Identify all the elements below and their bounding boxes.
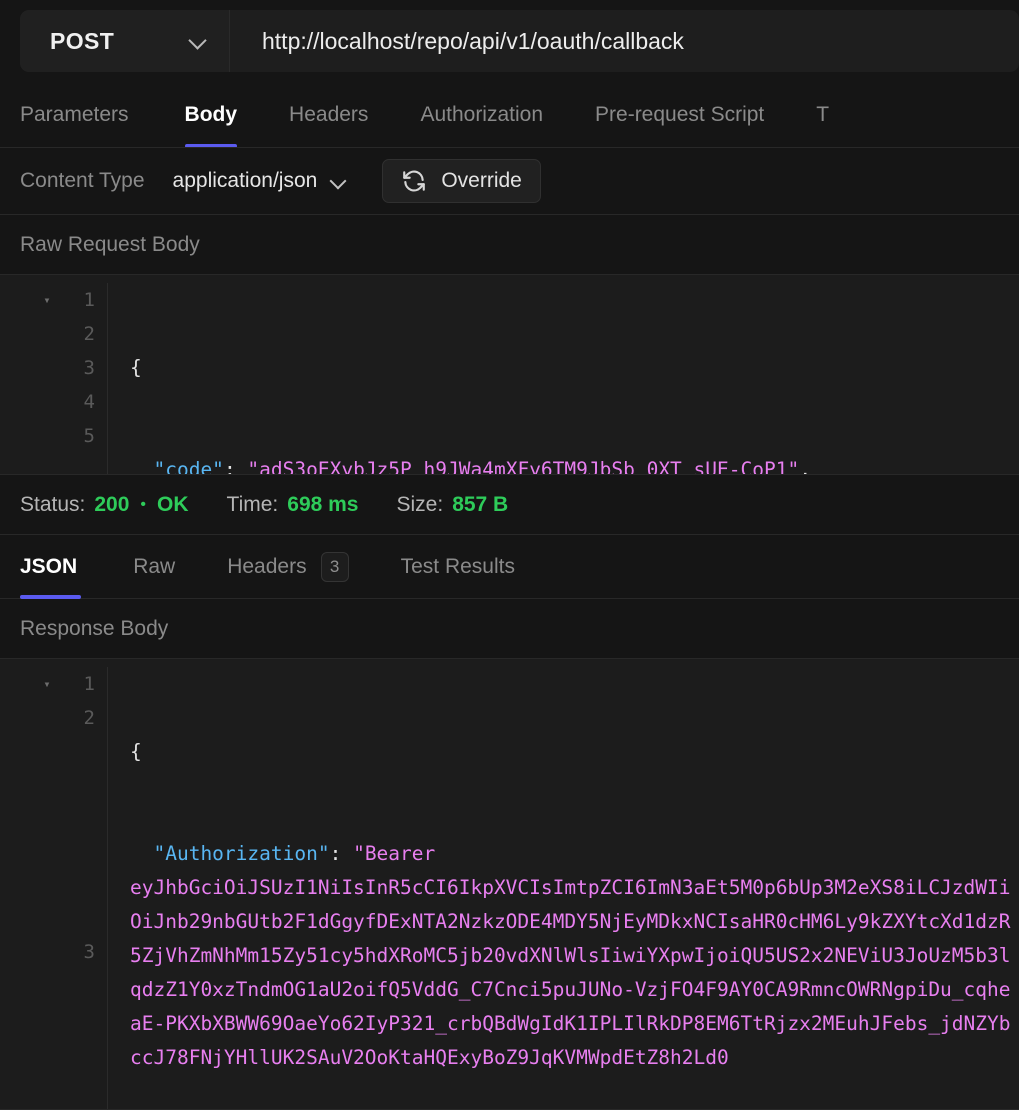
- response-tab-label: Test Results: [400, 554, 515, 578]
- line-number: 3: [83, 941, 95, 963]
- response-body-code[interactable]: { "Authorization": "Bearer eyJhbGciOiJSU…: [108, 667, 1019, 1109]
- line-number: 1: [83, 289, 95, 311]
- chevron-down-icon: [189, 32, 207, 50]
- json-colon: :: [223, 458, 248, 474]
- json-brace: {: [130, 740, 142, 763]
- response-tab-headers[interactable]: Headers 3: [201, 535, 374, 599]
- status-group: Status: 200 • OK: [20, 493, 189, 517]
- response-body-label: Response Body: [0, 599, 1019, 659]
- gutter-line: 2: [0, 701, 107, 735]
- fold-toggle-icon[interactable]: ▾: [39, 667, 55, 701]
- line-number: 1: [83, 673, 95, 695]
- tab-pre-request-script[interactable]: Pre-request Script: [569, 82, 790, 147]
- gutter-line: ▾ 1: [0, 283, 107, 317]
- size-label: Size:: [396, 492, 444, 516]
- request-url-input[interactable]: http://localhost/repo/api/v1/oauth/callb…: [230, 10, 1019, 72]
- raw-request-body-label: Raw Request Body: [0, 215, 1019, 275]
- json-value-jwt-token: eyJhbGciOiJSUzI1NiIsInR5cCI6IkpXVCIsImtp…: [130, 876, 1011, 1069]
- tab-tests[interactable]: T: [790, 82, 855, 147]
- response-tab-raw[interactable]: Raw: [107, 535, 201, 599]
- json-colon: :: [329, 842, 354, 865]
- request-gutter: ▾ 1 2 3 4 5: [0, 283, 108, 474]
- request-tabs: Parameters Body Headers Authorization Pr…: [0, 82, 1019, 148]
- gutter-line: 3: [0, 351, 107, 385]
- line-number: 3: [83, 357, 95, 379]
- response-tab-json[interactable]: JSON: [20, 535, 107, 599]
- http-method-label: POST: [50, 27, 115, 54]
- headers-count-badge: 3: [320, 551, 349, 582]
- response-tab-label: Headers: [227, 554, 307, 578]
- response-tabs: JSON Raw Headers 3 Test Results: [0, 535, 1019, 599]
- content-type-row: Content Type application/json Override: [0, 148, 1019, 215]
- code-line: "code": "adS3oEXybJz5P_h9JWa4mXFy6TM9JbS…: [130, 453, 1015, 474]
- request-body-editor[interactable]: ▾ 1 2 3 4 5 { "code": "adS3oEXybJz5P_h9JW…: [0, 275, 1019, 475]
- gutter-line: ▾ 1: [0, 667, 107, 701]
- time-group: Time: 698 ms: [227, 493, 359, 517]
- time-label: Time:: [226, 492, 279, 516]
- tab-parameters[interactable]: Parameters: [20, 82, 159, 147]
- response-tab-label: JSON: [20, 554, 78, 578]
- gutter-line: 2: [0, 317, 107, 351]
- content-type-select[interactable]: application/json: [173, 169, 347, 193]
- refresh-icon: [403, 170, 426, 192]
- json-key-code: "code": [153, 458, 224, 474]
- response-tab-test-results[interactable]: Test Results: [375, 535, 541, 599]
- response-body-editor[interactable]: ▾ 1 2 3 { "Authorization": "Bearer eyJhbG…: [0, 659, 1019, 1110]
- line-number: 5: [83, 425, 95, 447]
- gutter-line: 5: [0, 419, 107, 453]
- response-gutter: ▾ 1 2 3: [0, 667, 108, 1109]
- url-box: POST http://localhost/repo/api/v1/oauth/…: [20, 10, 1019, 72]
- request-body-code[interactable]: { "code": "adS3oEXybJz5P_h9JWa4mXFy6TM9J…: [108, 283, 1019, 474]
- status-separator-dot: •: [140, 495, 147, 513]
- status-text: OK: [157, 492, 189, 516]
- response-status-bar: Status: 200 • OK Time: 698 ms Size: 857 …: [0, 475, 1019, 535]
- code-line: {: [130, 351, 1015, 385]
- http-method-selector[interactable]: POST: [20, 10, 230, 72]
- time-value: 698 ms: [287, 492, 359, 516]
- tab-body[interactable]: Body: [159, 82, 264, 147]
- json-key-authorization: "Authorization": [153, 842, 330, 865]
- tab-headers[interactable]: Headers: [263, 82, 394, 147]
- size-value: 857 B: [452, 492, 509, 516]
- chevron-down-icon: [331, 174, 346, 189]
- gutter-line: 4: [0, 385, 107, 419]
- json-comma: ,: [799, 458, 811, 474]
- status-label: Status:: [20, 492, 86, 516]
- fold-toggle-icon[interactable]: ▾: [39, 283, 55, 317]
- json-brace: {: [130, 356, 142, 379]
- content-type-label: Content Type: [20, 169, 145, 192]
- response-tab-label: Raw: [133, 554, 176, 578]
- api-client-window: POST http://localhost/repo/api/v1/oauth/…: [0, 0, 1019, 1110]
- gutter-line: 3: [0, 735, 107, 973]
- tab-authorization[interactable]: Authorization: [394, 82, 569, 147]
- code-line: {: [130, 735, 1015, 769]
- line-number: 2: [83, 323, 95, 345]
- request-url-bar: POST http://localhost/repo/api/v1/oauth/…: [0, 0, 1019, 82]
- line-number: 4: [83, 391, 95, 413]
- json-value-bearer-prefix: "Bearer: [353, 842, 447, 865]
- override-button-label: Override: [441, 169, 522, 192]
- status-code: 200: [94, 492, 130, 516]
- content-type-value: application/json: [172, 169, 318, 192]
- size-group: Size: 857 B: [397, 493, 509, 517]
- line-number: 2: [83, 707, 95, 729]
- override-button[interactable]: Override: [382, 159, 541, 203]
- json-value-code: "adS3oEXybJz5P_h9JWa4mXFy6TM9JbSb_0XT_sU…: [247, 458, 800, 474]
- code-line-authorization: "Authorization": "Bearer eyJhbGciOiJSUzI…: [130, 837, 1015, 1075]
